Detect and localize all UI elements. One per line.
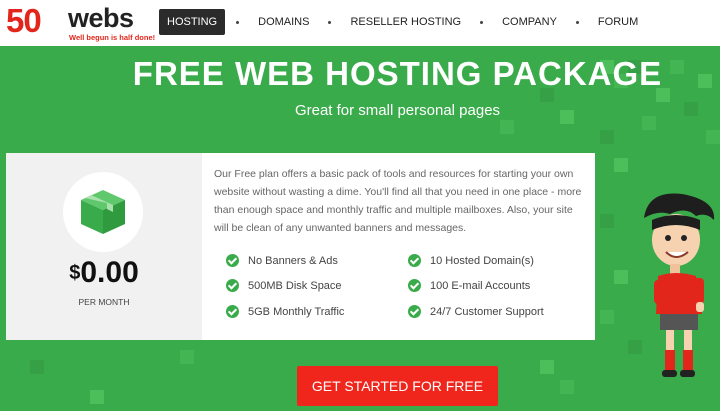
logo-word: webs: [68, 3, 134, 33]
box-icon: [81, 190, 125, 234]
price-amount: 0.00: [80, 256, 139, 289]
plan-description: Our Free plan offers a basic pack of too…: [214, 168, 582, 234]
nav-separator: [480, 20, 484, 24]
feature-label: 100 E-mail Accounts: [430, 279, 531, 292]
feature-item: 10 Hosted Domain(s): [408, 254, 534, 267]
top-bar: 50 webs Well begun is half done! HOSTING…: [0, 0, 720, 46]
feature-item: 5GB Monthly Traffic: [226, 305, 344, 318]
feature-label: No Banners & Ads: [248, 254, 338, 267]
feature-item: 500MB Disk Space: [226, 279, 342, 292]
logo-number: 50: [6, 2, 42, 39]
check-icon: [408, 254, 421, 267]
price-currency: $: [69, 262, 81, 284]
check-icon: [226, 279, 239, 292]
check-icon: [226, 254, 239, 267]
feature-label: 10 Hosted Domain(s): [430, 254, 534, 267]
nav-separator: [575, 20, 579, 24]
check-icon: [408, 305, 421, 318]
nav-item-reseller-hosting[interactable]: RESELLER HOSTING: [342, 9, 469, 35]
nav-item-forum[interactable]: FORUM: [590, 9, 646, 35]
feature-label: 5GB Monthly Traffic: [248, 305, 345, 318]
feature-item: 24/7 Customer Support: [408, 305, 544, 318]
nav-separator: [236, 20, 240, 24]
feature-label: 500MB Disk Space: [248, 279, 342, 292]
nav-item-hosting[interactable]: HOSTING: [159, 9, 226, 35]
hero-title: FREE WEB HOSTING PACKAGE: [132, 55, 663, 92]
price-panel: $0.00 PER MONTH: [6, 153, 202, 340]
logo-tagline: Well begun is half done!: [69, 33, 156, 42]
hero-subtitle: Great for small personal pages: [294, 102, 501, 119]
price-period: PER MONTH: [78, 297, 130, 307]
plan-card: $0.00 PER MONTH Our Free plan offers a b…: [6, 153, 595, 340]
check-icon: [226, 305, 239, 318]
site-logo[interactable]: 50 webs Well begun is half done!: [6, 2, 156, 43]
feature-item: No Banners & Ads: [226, 254, 338, 267]
mascot-illustration: [644, 193, 715, 377]
price: $0.00: [6, 256, 202, 290]
get-started-button[interactable]: GET STARTED FOR FREE: [297, 366, 498, 406]
feature-label: 24/7 Customer Support: [430, 305, 544, 318]
main-nav: HOSTING DOMAINS RESELLER HOSTING COMPANY…: [159, 9, 646, 35]
check-icon: [408, 279, 421, 292]
nav-item-domains[interactable]: DOMAINS: [250, 9, 317, 35]
nav-separator: [328, 20, 332, 24]
box-icon-circle: [63, 172, 143, 252]
nav-item-company[interactable]: COMPANY: [494, 9, 565, 35]
feature-item: 100 E-mail Accounts: [408, 279, 530, 292]
